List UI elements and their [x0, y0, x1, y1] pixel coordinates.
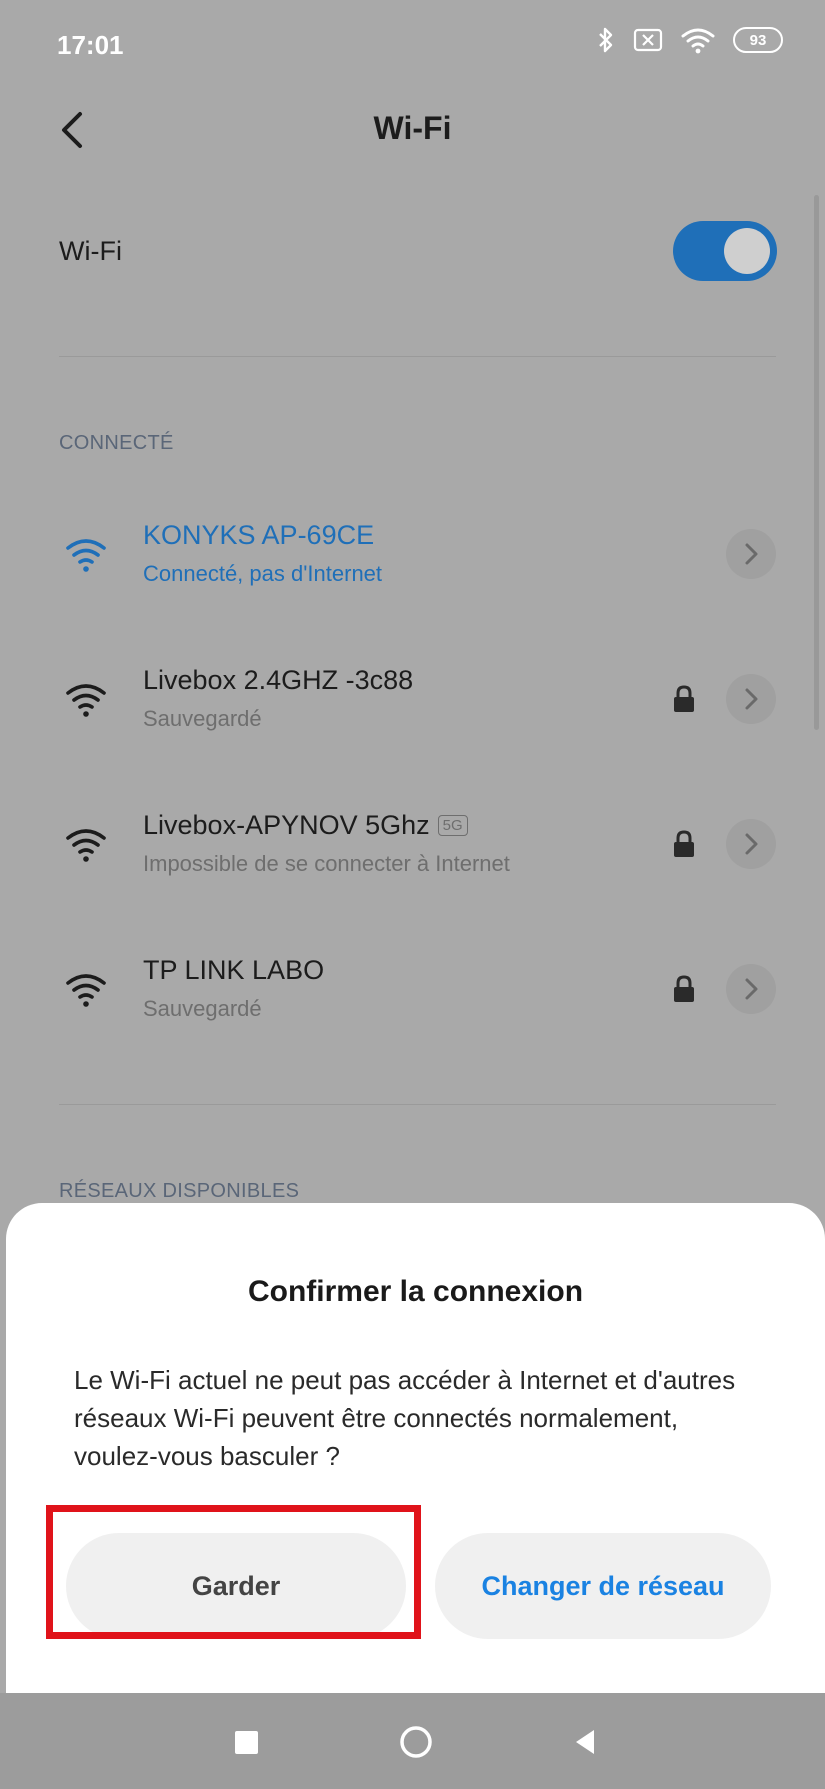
wifi-signal-icon	[66, 829, 106, 862]
divider	[59, 1104, 776, 1105]
lock-icon	[674, 830, 694, 857]
wifi-status-icon	[681, 28, 715, 54]
chevron-right-icon	[745, 688, 758, 710]
network-name: Livebox-APYNOV 5Ghz	[143, 810, 430, 840]
back-triangle-icon[interactable]	[572, 1728, 598, 1756]
network-details-button[interactable]	[726, 819, 776, 869]
chevron-right-icon	[745, 543, 758, 565]
highlight-box	[46, 1505, 421, 1639]
divider	[59, 356, 776, 357]
wifi-toggle[interactable]	[673, 221, 777, 281]
network-item-livebox-24[interactable]: Livebox 2.4GHZ -3c88 Sauvegardé	[0, 627, 825, 767]
network-item-konyks[interactable]: KONYKS AP-69CE Connecté, pas d'Internet	[0, 482, 825, 622]
network-item-livebox-apynov[interactable]: Livebox-APYNOV 5Ghz 5G Impossible de se c…	[0, 772, 825, 912]
network-details-button[interactable]	[726, 964, 776, 1014]
wifi-signal-icon	[66, 684, 106, 717]
scrollbar[interactable]	[814, 195, 819, 730]
battery-indicator: 93	[733, 27, 783, 53]
network-name: Livebox 2.4GHZ -3c88	[143, 665, 414, 695]
status-time: 17:01	[57, 30, 124, 60]
section-header-available: RÉSEAUX DISPONIBLES	[59, 1180, 300, 1202]
navigation-bar	[0, 1693, 825, 1789]
network-status: Connecté, pas d'Internet	[143, 561, 383, 586]
recents-square-icon[interactable]	[235, 1731, 258, 1754]
battery-level: 93	[749, 31, 767, 49]
dialog-message: Le Wi-Fi actuel ne peut pas accéder à In…	[74, 1365, 736, 1471]
chevron-right-icon	[745, 833, 758, 855]
wifi-toggle-label: Wi-Fi	[59, 236, 122, 266]
chevron-right-icon	[745, 978, 758, 1000]
wifi-signal-icon	[66, 539, 106, 572]
network-status: Sauvegardé	[143, 706, 262, 731]
lock-icon	[674, 685, 694, 712]
network-status: Impossible de se connecter à Internet	[143, 851, 510, 876]
no-sim-icon	[633, 28, 663, 52]
network-name: TP LINK LABO	[143, 955, 325, 985]
lock-icon	[674, 975, 694, 1002]
network-name: KONYKS AP-69CE	[143, 520, 375, 550]
change-network-button[interactable]: Changer de réseau	[435, 1533, 771, 1639]
dialog-title: Confirmer la connexion	[247, 1275, 584, 1308]
network-details-button[interactable]	[726, 529, 776, 579]
network-name-line: Livebox-APYNOV 5Ghz 5G	[143, 810, 468, 841]
network-status: Sauvegardé	[143, 996, 262, 1021]
status-icons: 93	[597, 26, 783, 54]
section-header-connected: CONNECTÉ	[59, 432, 174, 454]
wifi-signal-icon	[66, 974, 106, 1007]
network-details-button[interactable]	[726, 674, 776, 724]
toggle-knob	[724, 228, 770, 274]
network-item-tp-link[interactable]: TP LINK LABO Sauvegardé	[0, 917, 825, 1057]
home-circle-icon[interactable]	[398, 1724, 434, 1760]
bluetooth-icon	[599, 27, 613, 53]
band-badge: 5G	[437, 815, 468, 836]
page-title: Wi-Fi	[373, 110, 452, 146]
